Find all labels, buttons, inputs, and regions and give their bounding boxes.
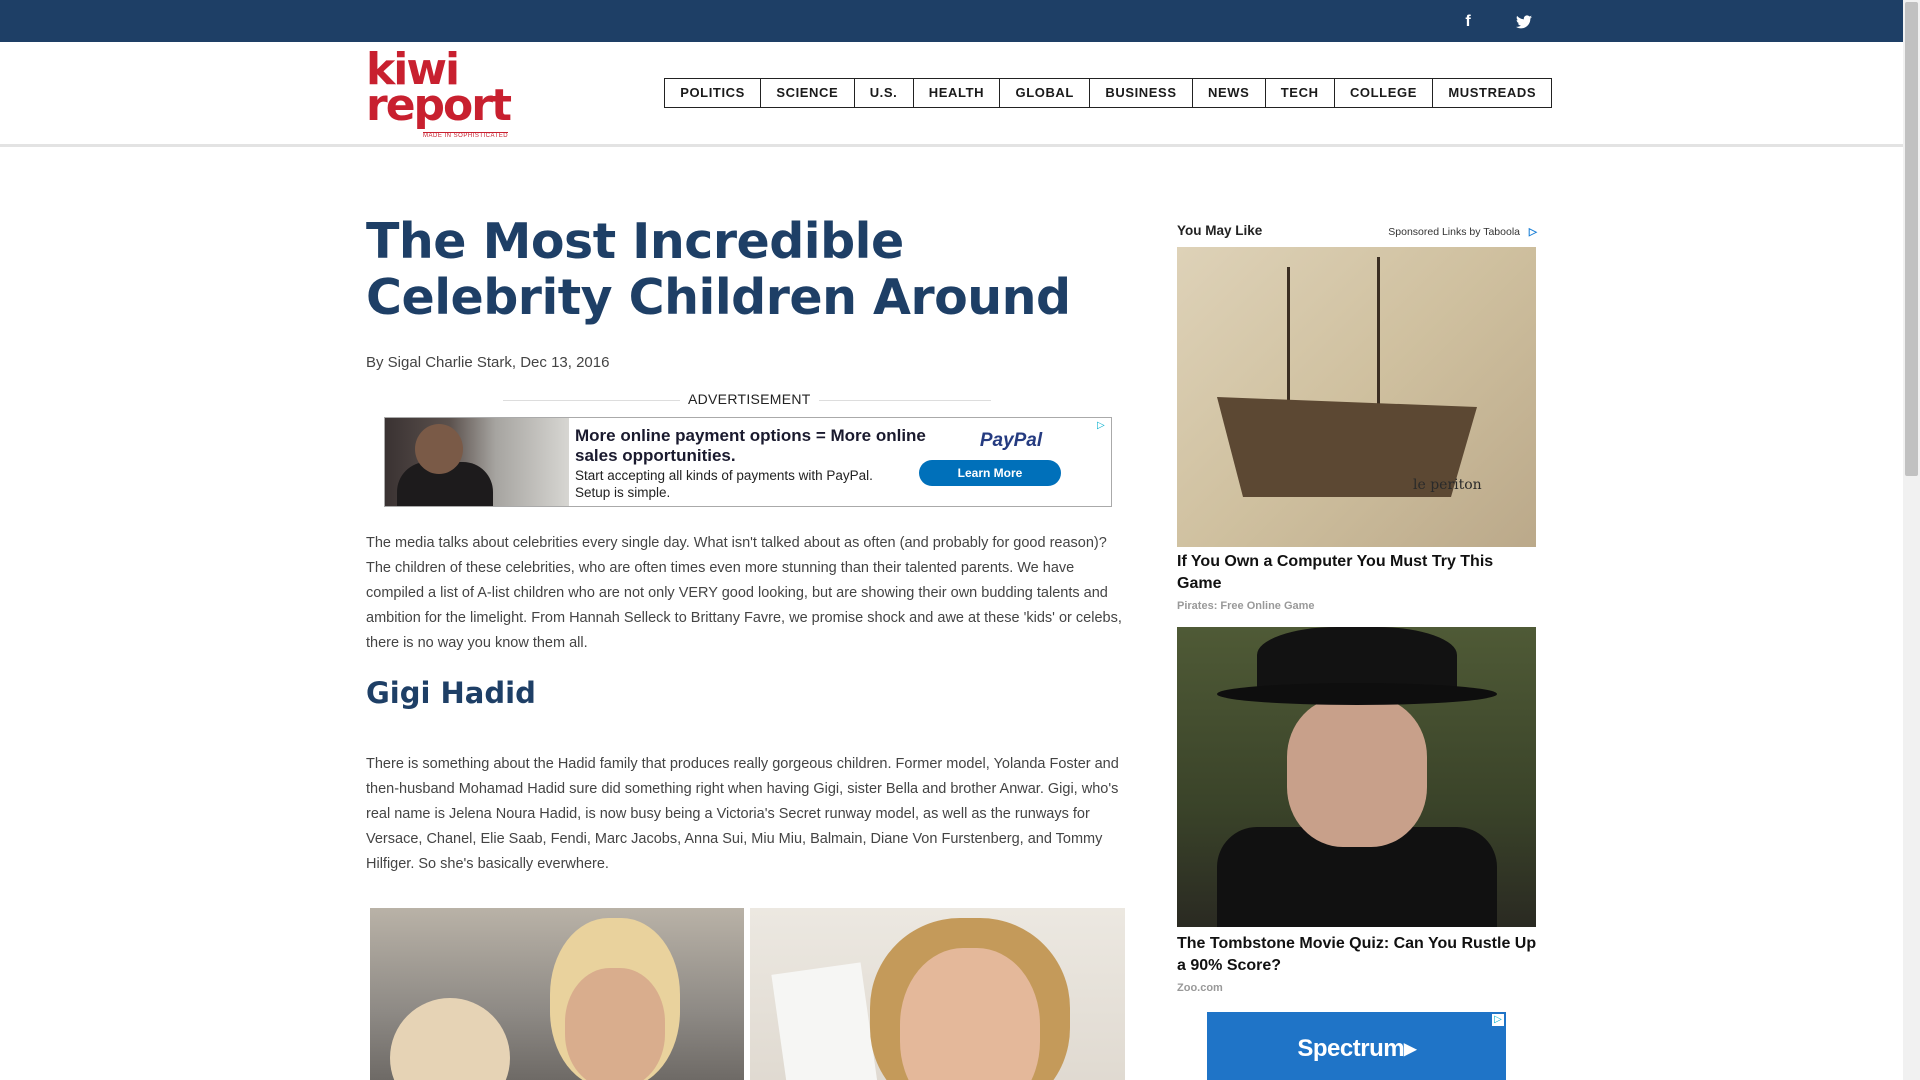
recommendation-image-ship[interactable]: le periton	[1177, 247, 1536, 547]
ship-mast	[1377, 257, 1380, 407]
nav-item-politics[interactable]: POLITICS	[665, 79, 762, 107]
logo-line-2: report	[366, 80, 512, 131]
nav-item-us[interactable]: U.S.	[855, 79, 914, 107]
photo-face	[900, 948, 1040, 1080]
recommendation-image-cowboy[interactable]	[1177, 627, 1536, 927]
site-header: kiwi report MADE IN SOPHISTICATED POLITI…	[0, 42, 1903, 147]
ad-photo-person	[415, 424, 463, 474]
spectrum-ad[interactable]: Spectrum▸ ▷	[1207, 1012, 1506, 1080]
recommendation-title[interactable]: The Tombstone Movie Quiz: Can You Rustle…	[1177, 933, 1539, 977]
you-may-like-heading: You May Like	[1177, 223, 1263, 238]
cowboy-face	[1287, 697, 1427, 847]
twitter-icon[interactable]	[1514, 12, 1534, 32]
sponsored-label: Sponsored Links by Taboola	[1388, 226, 1520, 238]
adchoices-icon[interactable]: ▷	[1492, 1014, 1504, 1026]
photo-card	[771, 962, 879, 1080]
nav-item-college[interactable]: COLLEGE	[1335, 79, 1434, 107]
nav-item-news[interactable]: NEWS	[1193, 79, 1266, 107]
adchoices-icon[interactable]: ▷	[1097, 420, 1109, 432]
main-nav: POLITICS SCIENCE U.S. HEALTH GLOBAL BUSI…	[664, 78, 1553, 108]
recommendation-title[interactable]: If You Own a Computer You Must Try This …	[1177, 551, 1539, 595]
article-photo-right	[750, 908, 1125, 1080]
top-bar: f	[0, 0, 1903, 42]
ad-learn-more-button[interactable]: Learn More	[919, 460, 1061, 486]
spectrum-logo: Spectrum▸	[1297, 1035, 1416, 1062]
logo-tagline: MADE IN SOPHISTICATED	[423, 132, 509, 139]
nav-item-global[interactable]: GLOBAL	[1000, 79, 1091, 107]
sponsored-links[interactable]: Sponsored Links by Taboola ▷	[1388, 226, 1537, 238]
site-logo[interactable]: kiwi report MADE IN SOPHISTICATED	[366, 48, 516, 140]
cowboy-hat-brim	[1217, 683, 1497, 705]
ship-mast	[1287, 267, 1290, 407]
paypal-logo: PayPal	[979, 430, 1043, 451]
paypal-ad-banner[interactable]: More online payment options = More onlin…	[384, 417, 1112, 507]
nav-item-health[interactable]: HEALTH	[914, 79, 1001, 107]
article-photo-row	[370, 908, 1125, 1080]
scrollbar-thumb[interactable]	[1905, 2, 1918, 476]
ship-label: le periton	[1413, 477, 1482, 493]
taboola-icon: ▷	[1528, 226, 1537, 238]
recommendation-source[interactable]: Pirates: Free Online Game	[1177, 600, 1315, 612]
article-byline: By Sigal Charlie Stark, Dec 13, 2016	[366, 354, 610, 371]
nav-item-business[interactable]: BUSINESS	[1090, 79, 1193, 107]
recommendation-source[interactable]: Zoo.com	[1177, 982, 1223, 994]
section-heading: Gigi Hadid	[366, 676, 536, 710]
nav-item-science[interactable]: SCIENCE	[761, 79, 855, 107]
facebook-icon[interactable]: f	[1458, 12, 1478, 32]
article-intro: The media talks about celebrities every …	[366, 535, 1122, 651]
ad-headline: More online payment options = More onlin…	[575, 426, 926, 465]
ad-label: ADVERTISEMENT	[680, 391, 819, 407]
photo-child-face	[390, 998, 510, 1080]
nav-item-tech[interactable]: TECH	[1266, 79, 1335, 107]
article-photo-left	[370, 908, 744, 1080]
ad-photo	[385, 418, 569, 506]
photo-mother-face	[565, 968, 665, 1080]
ad-subtext: Start accepting all kinds of payments wi…	[575, 468, 873, 500]
article-title: The Most Incredible Celebrity Children A…	[366, 213, 1071, 326]
nav-item-mustreads[interactable]: MUSTREADS	[1433, 79, 1551, 107]
section-text: There is something about the Hadid famil…	[366, 756, 1119, 872]
